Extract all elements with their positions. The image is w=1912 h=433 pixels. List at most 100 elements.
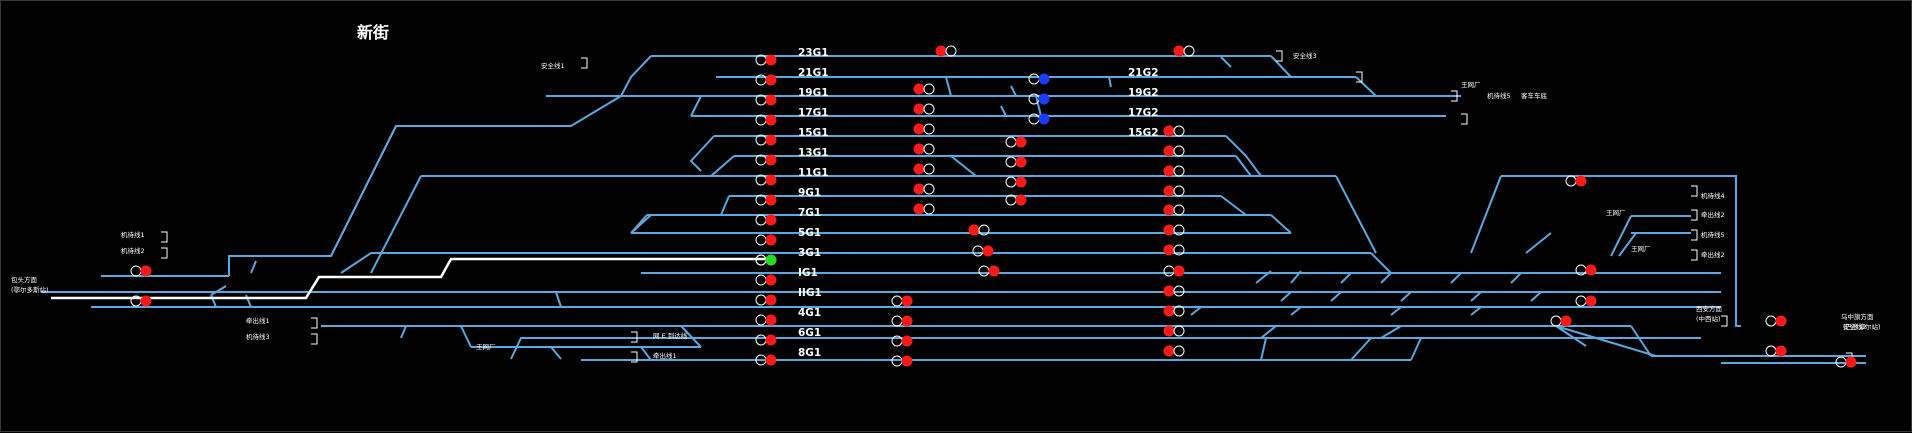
track-segment (1010, 85, 1017, 97)
track-label: 11G1 (798, 167, 829, 179)
track-segment (1355, 76, 1377, 97)
track-segment (1270, 214, 1292, 234)
signal-main (765, 294, 777, 306)
signal-lamp (913, 183, 925, 195)
signal-main (765, 354, 777, 366)
track-segment (1000, 105, 1007, 117)
track-segment (1555, 325, 1866, 357)
track-segment (400, 325, 407, 339)
signal-main (765, 274, 777, 286)
side-label: 王网厂 (476, 343, 496, 351)
buffer-stop (311, 333, 318, 345)
signal-ring (923, 183, 935, 195)
signal-lamp (1015, 176, 1027, 188)
side-label: 机待线2 (121, 246, 145, 255)
track-segment (510, 337, 621, 360)
signal-ring (923, 103, 935, 115)
side-label: 王网厂 (1631, 245, 1651, 253)
track-segment (1260, 337, 1267, 361)
track-label: 17G2 (1128, 107, 1159, 119)
track-segment (1335, 175, 1377, 254)
signal-lamp (913, 143, 925, 155)
track-label: 13G1 (798, 147, 829, 159)
signal-lamp (1585, 295, 1597, 307)
signal-ring (1173, 145, 1185, 157)
track-segment (1525, 232, 1552, 254)
track-labels: 23G1 21G1 21G2 19G1 19G2 17G1 17G2 15G1 15G2 13G1… (798, 47, 1159, 359)
signal-lamp (901, 315, 913, 327)
track-segment (1530, 291, 1542, 302)
signal-lamp (1015, 194, 1027, 206)
signal-ring (978, 265, 990, 277)
signal-ring (923, 143, 935, 155)
signal-lamp (1163, 204, 1175, 216)
track-segment (1370, 252, 1392, 274)
signal-ring (755, 314, 767, 326)
signal-lamp (1575, 175, 1587, 187)
signal-main (765, 114, 777, 126)
signal-blue (1038, 113, 1050, 125)
side-label: 西安方面 (1696, 304, 1723, 313)
track-segment (1380, 272, 1392, 284)
track-segment (1470, 291, 1482, 302)
signal-ring (891, 315, 903, 327)
track-label: 17G1 (798, 107, 829, 119)
signal-main (765, 234, 777, 246)
signal-ring (1765, 345, 1777, 357)
signal-main (765, 154, 777, 166)
signal-ring (1173, 345, 1185, 357)
track-segment (1400, 291, 1412, 302)
signal-ring (755, 234, 767, 246)
signal-main (765, 54, 777, 66)
side-label: 机待线5 (1701, 230, 1725, 239)
buffer-stop (1691, 249, 1698, 261)
side-label: 包头方面 (11, 275, 38, 284)
signal-ring (130, 265, 142, 277)
track-segment (1260, 325, 1277, 339)
side-label: 机待线5 (1487, 91, 1511, 100)
side-label: 客车车底 (1521, 91, 1548, 100)
signal-ring (1005, 136, 1017, 148)
buffer-stop (1721, 315, 1728, 327)
buffer-stop (311, 317, 318, 329)
track-segment (550, 346, 562, 360)
signal-ring (755, 334, 767, 346)
signal-ring (1565, 175, 1577, 187)
track-segment (945, 76, 952, 97)
signal-ring (891, 295, 903, 307)
signal-ring (1173, 325, 1185, 337)
signal-lamp (968, 224, 980, 236)
signal-main (765, 214, 777, 226)
side-label: 牵出线1 (653, 351, 677, 360)
signals (130, 45, 1857, 368)
signal-main (765, 94, 777, 106)
track-segment (640, 346, 652, 361)
signal-lamp (1845, 356, 1857, 368)
track-segment (1470, 175, 1502, 254)
side-label: 安全线1 (541, 61, 565, 70)
track-label: 19G2 (1128, 87, 1159, 99)
signal-main (765, 174, 777, 186)
signal-lamp (935, 45, 947, 57)
signal-lamp (901, 355, 913, 367)
side-label: (巴彦淖尔站) (1843, 322, 1881, 331)
signal-lamp (913, 123, 925, 135)
signal-lamp (1173, 45, 1185, 57)
signal-lamp (913, 203, 925, 215)
track-segment (630, 214, 652, 234)
track-label: 4G1 (798, 307, 821, 319)
signal-ring (1005, 176, 1017, 188)
track-label: 19G1 (798, 87, 829, 99)
signal-main (765, 194, 777, 206)
signal-lamp (1015, 156, 1027, 168)
signal-lamp (1163, 305, 1175, 317)
signal-green (765, 254, 777, 266)
track-segment (1450, 272, 1462, 284)
signal-main (765, 334, 777, 346)
signal-lamp (901, 295, 913, 307)
buffer-stop (1691, 209, 1698, 221)
track-segment (1290, 306, 1302, 316)
track-label: 15G2 (1128, 127, 1159, 139)
side-label: 安全线3 (1293, 51, 1317, 60)
track-segment (1270, 55, 1292, 78)
